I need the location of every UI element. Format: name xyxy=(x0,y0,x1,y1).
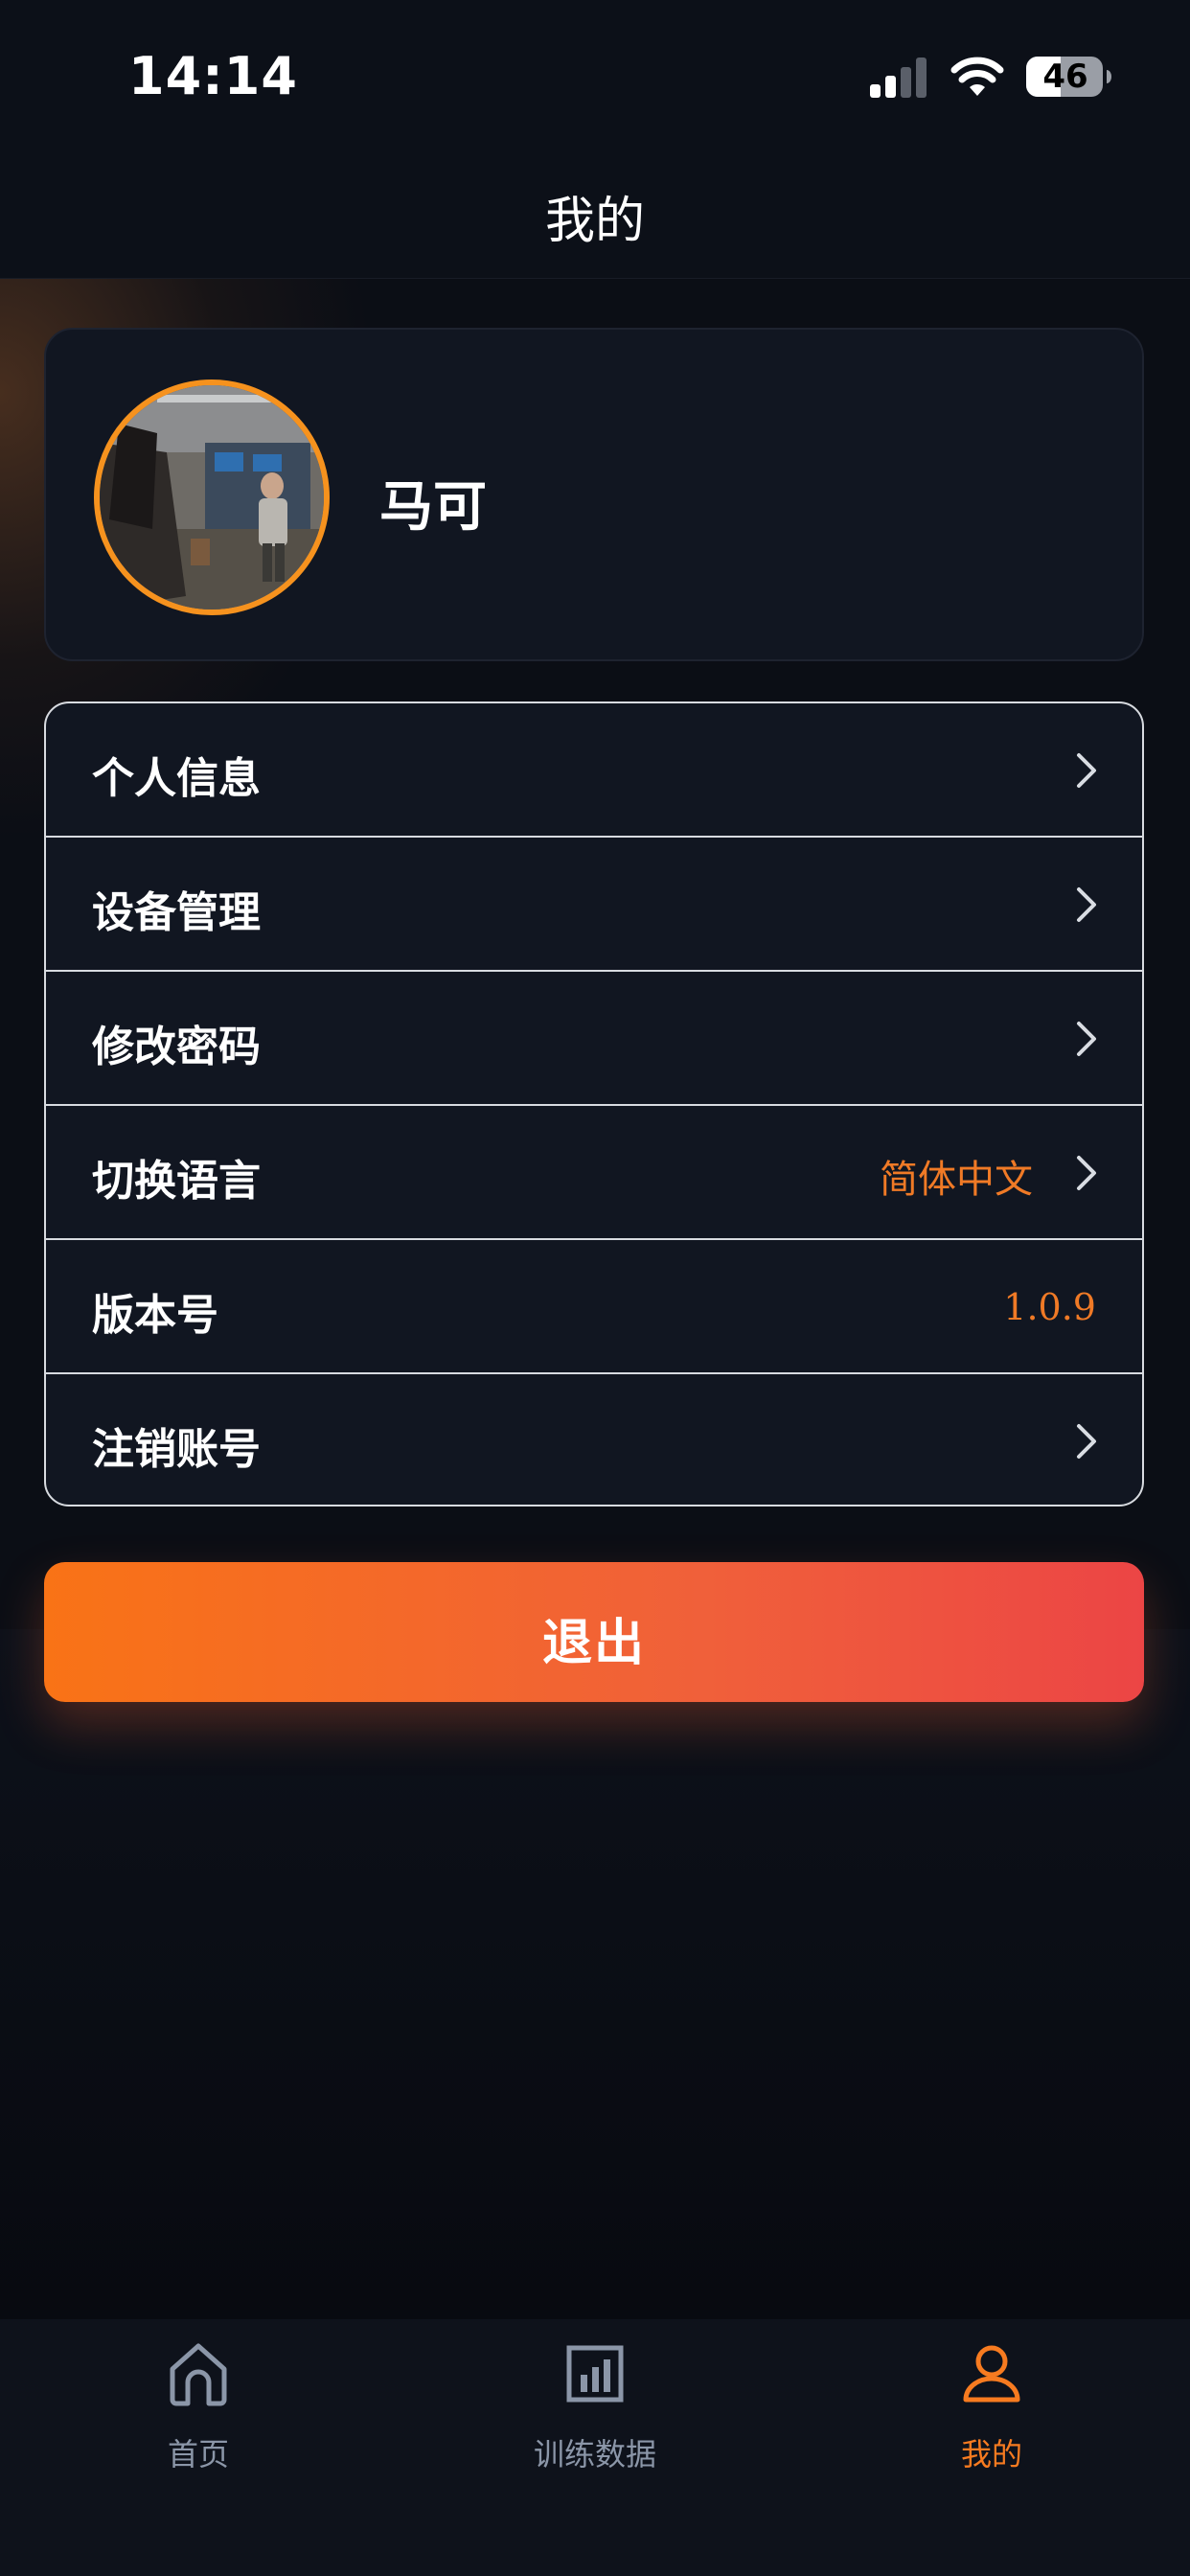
signal-icon xyxy=(870,58,927,98)
menu-item-label: 设备管理 xyxy=(92,888,261,937)
menu-item-label: 注销账号 xyxy=(92,1425,261,1474)
tab-training-data[interactable]: 训练数据 xyxy=(397,2319,793,2511)
user-icon xyxy=(963,2345,1020,2403)
menu-item-change-password[interactable]: 修改密码 xyxy=(46,972,1142,1106)
battery-level: 46 xyxy=(1042,58,1088,96)
menu-item-label: 个人信息 xyxy=(92,754,261,803)
logout-button[interactable]: 退出 xyxy=(44,1562,1144,1702)
logout-label: 退出 xyxy=(541,1615,646,1672)
menu-item-device-management[interactable]: 设备管理 xyxy=(46,838,1142,972)
chevron-right-icon xyxy=(1077,887,1096,922)
settings-menu: 个人信息 设备管理 修改密码 切换语言 简体中文 版本号 1.0.9 注销账号 xyxy=(44,702,1144,1506)
status-bar: 14:14 46 xyxy=(0,0,1190,153)
tab-label: 训练数据 xyxy=(533,2436,656,2472)
menu-item-delete-account[interactable]: 注销账号 xyxy=(46,1374,1142,1505)
current-language-value: 简体中文 xyxy=(880,1158,1033,1202)
chevron-right-icon xyxy=(1077,753,1096,788)
bar-chart-icon xyxy=(566,2345,624,2403)
wifi-icon xyxy=(950,57,1004,96)
menu-item-label: 切换语言 xyxy=(92,1157,261,1206)
chevron-right-icon xyxy=(1077,1156,1096,1190)
user-name: 马可 xyxy=(379,476,487,539)
avatar[interactable] xyxy=(94,380,330,615)
tab-bar: 首页 训练数据 我的 xyxy=(0,2319,1190,2576)
tab-home[interactable]: 首页 xyxy=(0,2319,397,2511)
menu-item-label: 修改密码 xyxy=(92,1023,261,1071)
profile-card[interactable]: 马可 xyxy=(44,328,1144,661)
page-title: 我的 xyxy=(544,193,645,250)
chevron-right-icon xyxy=(1077,1424,1096,1459)
status-time: 14:14 xyxy=(128,46,298,106)
menu-item-version: 版本号 1.0.9 xyxy=(46,1240,1142,1374)
menu-item-label: 版本号 xyxy=(92,1291,218,1340)
menu-item-personal-info[interactable]: 个人信息 xyxy=(46,703,1142,838)
background-bottom xyxy=(0,1629,1190,2319)
tab-mine[interactable]: 我的 xyxy=(793,2319,1190,2511)
tab-label: 我的 xyxy=(960,2436,1022,2472)
home-icon xyxy=(170,2343,227,2406)
chevron-right-icon xyxy=(1077,1022,1096,1056)
tab-label: 首页 xyxy=(167,2436,229,2472)
version-value: 1.0.9 xyxy=(1003,1286,1096,1328)
avatar-photo xyxy=(100,385,324,610)
nav-header: 我的 xyxy=(0,153,1190,279)
menu-item-switch-language[interactable]: 切换语言 简体中文 xyxy=(46,1106,1142,1240)
